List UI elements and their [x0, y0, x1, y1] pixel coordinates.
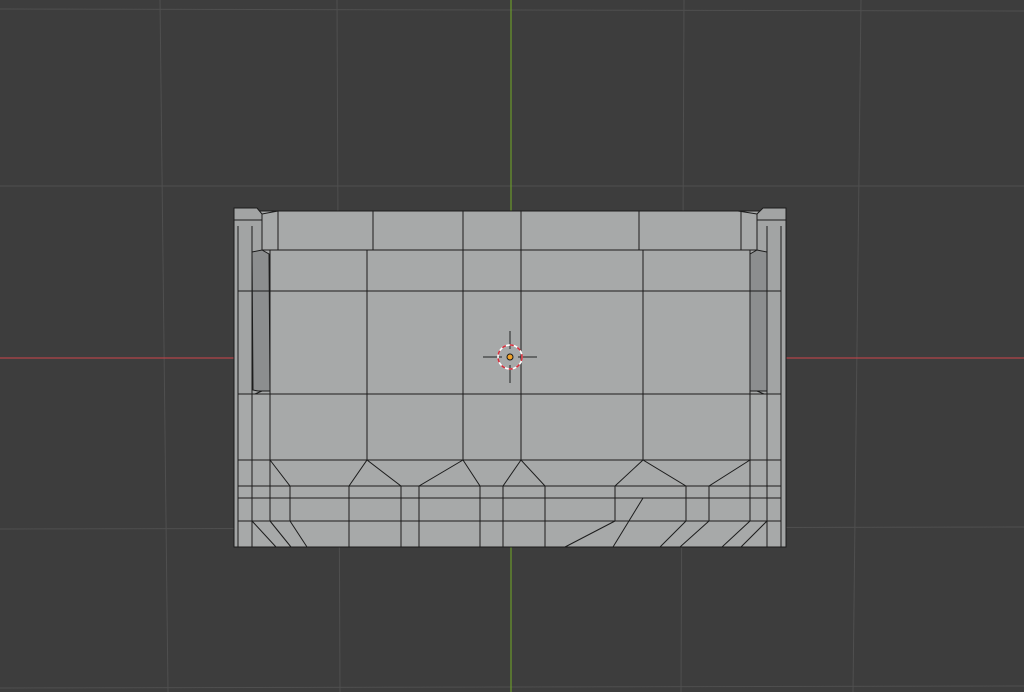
- viewport-canvas[interactable]: [0, 0, 1024, 692]
- mesh-face-left-slot: [251, 249, 271, 392]
- 3d-viewport[interactable]: [0, 0, 1024, 692]
- object-origin[interactable]: [506, 353, 514, 361]
- mesh-face-right-slot: [749, 249, 768, 392]
